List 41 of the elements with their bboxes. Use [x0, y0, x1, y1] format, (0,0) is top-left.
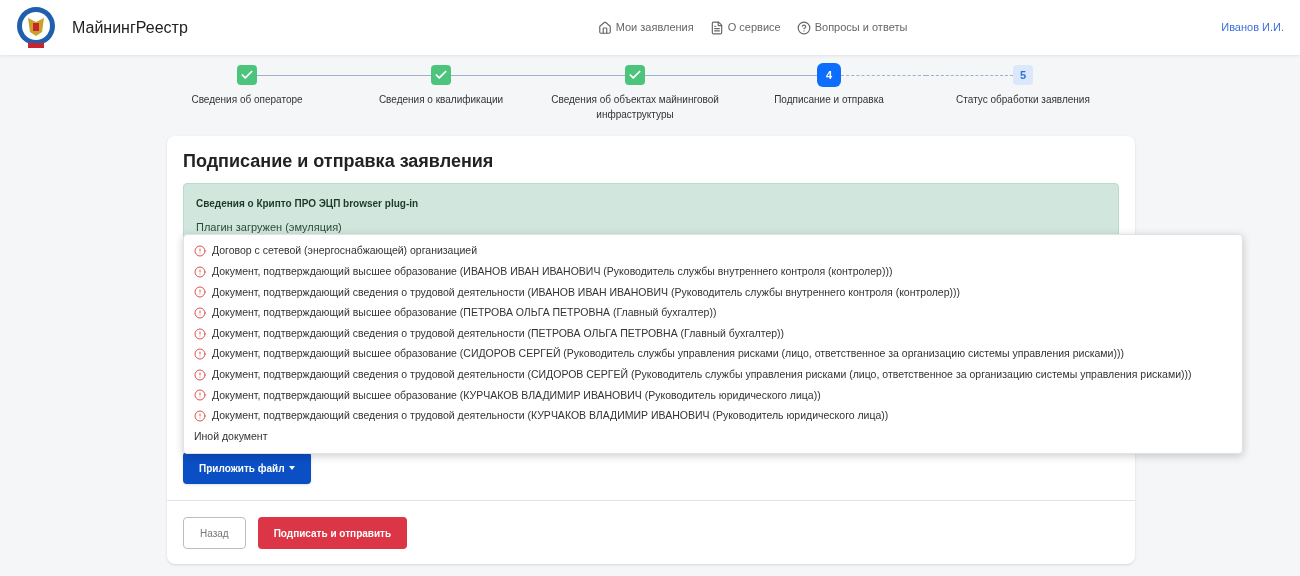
menu-item[interactable]: Документ, подтверждающий сведения о трудовой деятельности (КУРЧАКОВ ВЛАДИМИР ИВАНОВИЧ (Руководитель юридического лица)) — [184, 405, 1242, 427]
warning-icon — [194, 389, 206, 402]
step-label: Сведения о квалификации — [377, 93, 505, 107]
home-icon — [597, 20, 612, 35]
menu-item[interactable]: Документ, подтверждающий сведения о трудовой деятельности (ИВАНОВ ИВАН ИВАНОВИЧ (Руководитель службы внутреннего контроля (контролер))) — [184, 282, 1242, 303]
warning-icon — [194, 245, 206, 258]
alert-text: Плагин загружен (эмуляция) — [196, 220, 343, 235]
warning-icon — [194, 327, 206, 340]
menu-item[interactable]: Договор с сетевой (энергоснабжающей) организацией — [184, 241, 1242, 262]
brand-name: МайнингРеестр — [72, 17, 188, 38]
step-label: Сведения об объектах майнинговой инфраструктуры — [550, 93, 720, 122]
warning-icon — [194, 368, 206, 381]
back-button[interactable]: Назад — [183, 517, 246, 549]
help-icon — [796, 20, 811, 35]
menu-item[interactable]: Документ, подтверждающий высшее образование (ИВАНОВ ИВАН ИВАНОВИЧ (Руководитель службы внутреннего контроля (контролер))) — [184, 261, 1242, 283]
step-label: Сведения об операторе — [190, 93, 304, 107]
alert-title: Сведения о Крипто ПРО ЭЦП browser plug-in — [196, 197, 420, 211]
warning-icon — [194, 307, 206, 320]
sign-and-send-button[interactable]: Подписать и отправить — [257, 517, 408, 549]
step-label: Подписание и отправка — [773, 93, 885, 107]
warning-icon — [194, 286, 206, 299]
step-number: 5 — [1013, 65, 1033, 85]
attach-file-button[interactable]: Приложить файл — [183, 452, 311, 484]
step-label: Статус обработки заявления — [955, 93, 1091, 107]
document-icon — [709, 20, 724, 35]
warning-icon — [194, 265, 206, 278]
warning-icon — [194, 348, 206, 361]
menu-item[interactable]: Документ, подтверждающий высшее образование (КУРЧАКОВ ВЛАДИМИР ИВАНОВИЧ (Руководитель юридического лица)) — [184, 385, 1242, 406]
menu-item[interactable]: Иной документ — [184, 426, 1242, 447]
step-number: 4 — [817, 63, 841, 87]
warning-icon — [194, 410, 206, 423]
nav-link[interactable]: О сервисе — [709, 19, 781, 36]
card-title: Подписание и отправка заявления — [183, 150, 495, 173]
menu-item[interactable]: Документ, подтверждающий сведения о трудовой деятельности (ПЕТРОВА ОЛЬГА ПЕТРОВНА (Главный бухгалтер)) — [184, 323, 1242, 344]
emblem-logo — [16, 5, 56, 50]
menu-item[interactable]: Документ, подтверждающий сведения о трудовой деятельности (СИДОРОВ СЕРГЕЙ (Руководитель службы управления рисками (лицо, ответственное за организацию системы управления рисками))) — [184, 364, 1242, 386]
menu-item[interactable]: Документ, подтверждающий высшее образование (ПЕТРОВА ОЛЬГА ПЕТРОВНА (Главный бухгалтер)) — [184, 302, 1242, 324]
menu-item[interactable]: Документ, подтверждающий высшее образование (СИДОРОВ СЕРГЕЙ (Руководитель службы управления рисками (лицо, ответственное за организацию системы управления рисками))) — [184, 343, 1242, 365]
nav-link[interactable]: Мои заявления — [597, 19, 694, 36]
nav-link[interactable]: Вопросы и ответы — [796, 19, 908, 36]
user-link[interactable]: Иванов И.И. — [1221, 19, 1284, 36]
